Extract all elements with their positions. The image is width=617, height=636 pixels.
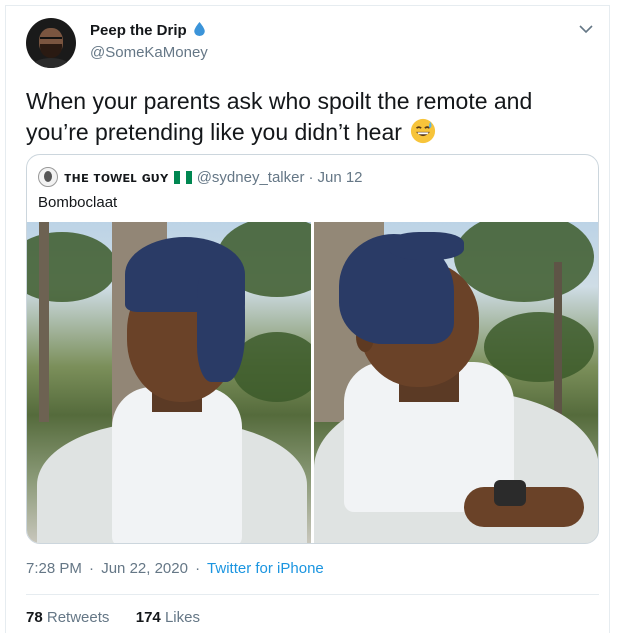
nigeria-flag-icon: [173, 170, 192, 184]
tweet-text: When your parents ask who spoilt the rem…: [26, 86, 586, 148]
retweets-stat[interactable]: 78 Retweets: [26, 609, 114, 626]
tweet-time[interactable]: 7:28 PM: [26, 560, 82, 577]
tweet-source-link[interactable]: Twitter for iPhone: [207, 560, 324, 577]
quoted-date[interactable]: Jun 12: [317, 169, 362, 186]
photo-right[interactable]: [314, 222, 598, 543]
tweet-card: Peep the Drip @SomeKaMoney When your par…: [5, 5, 610, 633]
source-separator: ·: [195, 560, 201, 577]
likes-stat[interactable]: 174 Likes: [136, 609, 200, 626]
likes-label: Likes: [164, 609, 200, 626]
quoted-text: Bomboclaat: [38, 194, 118, 211]
timestamp-separator: ·: [89, 560, 95, 577]
retweets-label: Retweets: [46, 609, 110, 626]
quoted-avatar[interactable]: [38, 167, 58, 187]
quoted-tweet[interactable]: ᴛʜᴇ ᴛᴏᴡᴇʟ ɢᴜʏ @sydney_talker · Jun 12 Bo…: [26, 154, 599, 544]
watch-icon: [494, 480, 526, 506]
quoted-handle[interactable]: @sydney_talker: [197, 169, 305, 186]
tweet-stats: 78 Retweets 174 Likes: [26, 609, 200, 626]
chevron-down-icon[interactable]: [579, 24, 593, 34]
quoted-header: ᴛʜᴇ ᴛᴏᴡᴇʟ ɢᴜʏ @sydney_talker · Jun 12: [38, 167, 363, 187]
quoted-display-name[interactable]: ᴛʜᴇ ᴛᴏᴡᴇʟ ɢᴜʏ: [64, 169, 169, 186]
author-avatar[interactable]: [26, 18, 76, 68]
grinning-sweat-emoji-icon: [411, 118, 436, 144]
divider: [26, 594, 599, 595]
water-drop-icon: [194, 22, 205, 36]
photo-left[interactable]: [27, 222, 311, 543]
author-handle[interactable]: @SomeKaMoney: [90, 44, 208, 61]
tweet-date[interactable]: Jun 22, 2020: [101, 560, 188, 577]
likes-count: 174: [135, 609, 161, 626]
tweet-timestamp[interactable]: 7:28 PM · Jun 22, 2020 · Twitter for iPh…: [26, 560, 324, 577]
author-display-name[interactable]: Peep the Drip: [90, 22, 187, 39]
quoted-media: [27, 222, 598, 543]
tweet-body: When your parents ask who spoilt the rem…: [26, 88, 533, 145]
retweets-count: 78: [26, 609, 43, 626]
quoted-separator: ·: [308, 168, 314, 186]
author-info[interactable]: Peep the Drip @SomeKaMoney: [90, 22, 208, 61]
